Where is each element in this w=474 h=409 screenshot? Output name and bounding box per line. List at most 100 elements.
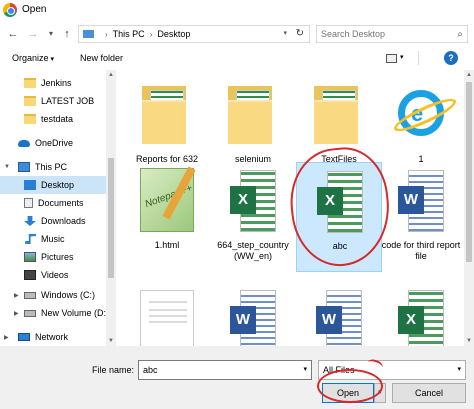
- notepad-plus-plus-icon: Notepad++: [140, 166, 196, 232]
- cancel-button[interactable]: Cancel: [392, 383, 466, 403]
- open-button[interactable]: Open: [322, 383, 374, 403]
- nav-item-pictures[interactable]: Pictures: [0, 248, 106, 266]
- refresh-icon[interactable]: ↻: [296, 28, 304, 39]
- internet-explorer-icon: e: [398, 90, 444, 136]
- onedrive-icon: [18, 139, 30, 147]
- scrollbar-thumb[interactable]: [466, 82, 472, 262]
- nav-item-label: testdata: [41, 114, 74, 124]
- scroll-down-icon[interactable]: ▼: [466, 338, 472, 344]
- file-name-combobox[interactable]: ▾: [138, 360, 312, 380]
- search-icon: ⌕: [457, 29, 463, 40]
- nav-item-videos[interactable]: Videos: [0, 266, 106, 284]
- file-item-excel[interactable]: X: [378, 282, 464, 346]
- toolbar-divider: [418, 51, 419, 65]
- pictures-icon: [24, 252, 36, 262]
- file-item-1-html[interactable]: Notepad++ 1.html: [124, 162, 210, 272]
- nav-item-new-volume-d[interactable]: ▶ New Volume (D:): [0, 304, 106, 322]
- nav-item-label: Pictures: [41, 252, 74, 262]
- nav-item-label: Music: [41, 234, 65, 244]
- open-options-chevron-icon[interactable]: ▾: [374, 383, 386, 403]
- change-view-button[interactable]: ▾: [386, 52, 408, 66]
- nav-item-label: New Volume (D:): [41, 308, 106, 318]
- forward-arrow-icon[interactable]: →: [26, 26, 40, 42]
- recent-locations-chevron-icon[interactable]: ▾: [44, 26, 58, 42]
- chevron-down-icon[interactable]: ▾: [303, 365, 307, 373]
- file-list-scrollbar[interactable]: ▲ ▼: [464, 70, 474, 346]
- drive-icon: [24, 309, 36, 317]
- nav-item-label: Videos: [41, 270, 69, 280]
- chrome-icon: [3, 3, 17, 17]
- nav-item-latest-job[interactable]: LATEST JOB: [0, 92, 106, 110]
- web-page-thumbnail-icon: [140, 290, 194, 346]
- nav-item-label: Windows (C:): [41, 290, 96, 300]
- help-icon[interactable]: ?: [444, 51, 458, 65]
- breadcrumb-desktop[interactable]: Desktop: [157, 29, 190, 39]
- nav-item-desktop[interactable]: Desktop: [0, 176, 106, 194]
- nav-item-windows-c[interactable]: ▶ Windows (C:): [0, 286, 106, 304]
- file-item-abc[interactable]: X abc: [296, 162, 382, 272]
- file-name-label: File name:: [92, 365, 135, 375]
- chevron-right-icon[interactable]: ▶: [4, 334, 9, 341]
- search-box[interactable]: ⌕: [316, 25, 468, 43]
- nav-item-jenkins[interactable]: Jenkins: [0, 74, 106, 92]
- documents-icon: [24, 198, 33, 208]
- nav-item-label: Desktop: [41, 180, 75, 190]
- file-item-label: abc: [332, 241, 348, 251]
- scroll-down-icon[interactable]: ▼: [108, 338, 114, 344]
- file-item-html-preview[interactable]: [124, 282, 210, 346]
- file-item-label: 664_step_country (WW_en): [217, 240, 289, 261]
- nav-item-label: OneDrive: [35, 138, 74, 148]
- chevron-down-icon: ▾: [400, 54, 404, 61]
- file-item-code-for-third-report[interactable]: W code for third report file: [378, 162, 464, 272]
- file-type-select[interactable]: All Files ▾: [318, 360, 466, 380]
- back-arrow-icon[interactable]: ←: [6, 26, 20, 42]
- folder-icon: [24, 114, 36, 124]
- nav-item-testdata[interactable]: testdata: [0, 110, 106, 128]
- file-item-word-doc[interactable]: W: [210, 282, 296, 346]
- up-arrow-icon[interactable]: ↑: [60, 26, 74, 42]
- chevron-right-icon[interactable]: ▶: [14, 310, 19, 317]
- address-dropdown-icon[interactable]: ▾: [283, 29, 287, 37]
- file-item-664-step-country[interactable]: X 664_step_country (WW_en): [210, 162, 296, 272]
- search-input[interactable]: [321, 29, 451, 39]
- folder-icon: [24, 78, 36, 88]
- word-file-icon: W: [316, 290, 362, 346]
- file-item-word-doc[interactable]: W: [296, 282, 382, 346]
- nav-item-label: Documents: [38, 198, 84, 208]
- downloads-icon: [24, 216, 36, 226]
- nav-item-label: Downloads: [41, 216, 86, 226]
- music-icon: [25, 234, 36, 244]
- excel-file-icon: X: [230, 170, 276, 232]
- title-bar: Open: [0, 0, 474, 22]
- nav-item-onedrive[interactable]: OneDrive: [0, 134, 106, 152]
- nav-item-network[interactable]: ▶ Network: [0, 328, 106, 346]
- window-title: Open: [22, 4, 47, 15]
- breadcrumb-this-pc[interactable]: This PC: [113, 29, 145, 39]
- chevron-right-icon[interactable]: ›: [105, 30, 108, 39]
- location-folder-icon: [83, 30, 94, 38]
- folder-icon: [228, 86, 278, 144]
- nav-item-label: Network: [35, 332, 69, 342]
- scrollbar-thumb[interactable]: [108, 158, 114, 278]
- nav-item-label: Jenkins: [41, 78, 72, 88]
- network-icon: [18, 333, 30, 341]
- new-folder-button[interactable]: New folder: [80, 53, 123, 63]
- nav-item-downloads[interactable]: Downloads: [0, 212, 106, 230]
- chevron-right-icon[interactable]: ›: [150, 30, 153, 39]
- scroll-up-icon[interactable]: ▲: [466, 72, 472, 78]
- chevron-right-icon[interactable]: ▶: [14, 292, 19, 299]
- nav-item-music[interactable]: Music: [0, 230, 106, 248]
- command-toolbar: Organize ▾ New folder ▾ ?: [0, 48, 474, 70]
- organize-button[interactable]: Organize ▾: [12, 53, 54, 63]
- desktop-icon: [24, 180, 36, 190]
- chevron-down-icon[interactable]: ▼: [4, 164, 10, 170]
- file-name-input[interactable]: [139, 361, 289, 379]
- drive-icon: [24, 291, 36, 299]
- breadcrumb[interactable]: › This PC › Desktop ▾ ↻: [78, 25, 310, 43]
- navigation-pane: Jenkins LATEST JOB testdata OneDrive ▼ T…: [0, 70, 106, 346]
- navigation-scrollbar[interactable]: ▲ ▼: [106, 70, 116, 346]
- nav-item-documents[interactable]: Documents: [0, 194, 106, 212]
- file-item-label: 1.html: [154, 240, 180, 250]
- scroll-up-icon[interactable]: ▲: [108, 72, 114, 78]
- nav-item-this-pc[interactable]: ▼ This PC: [0, 158, 106, 176]
